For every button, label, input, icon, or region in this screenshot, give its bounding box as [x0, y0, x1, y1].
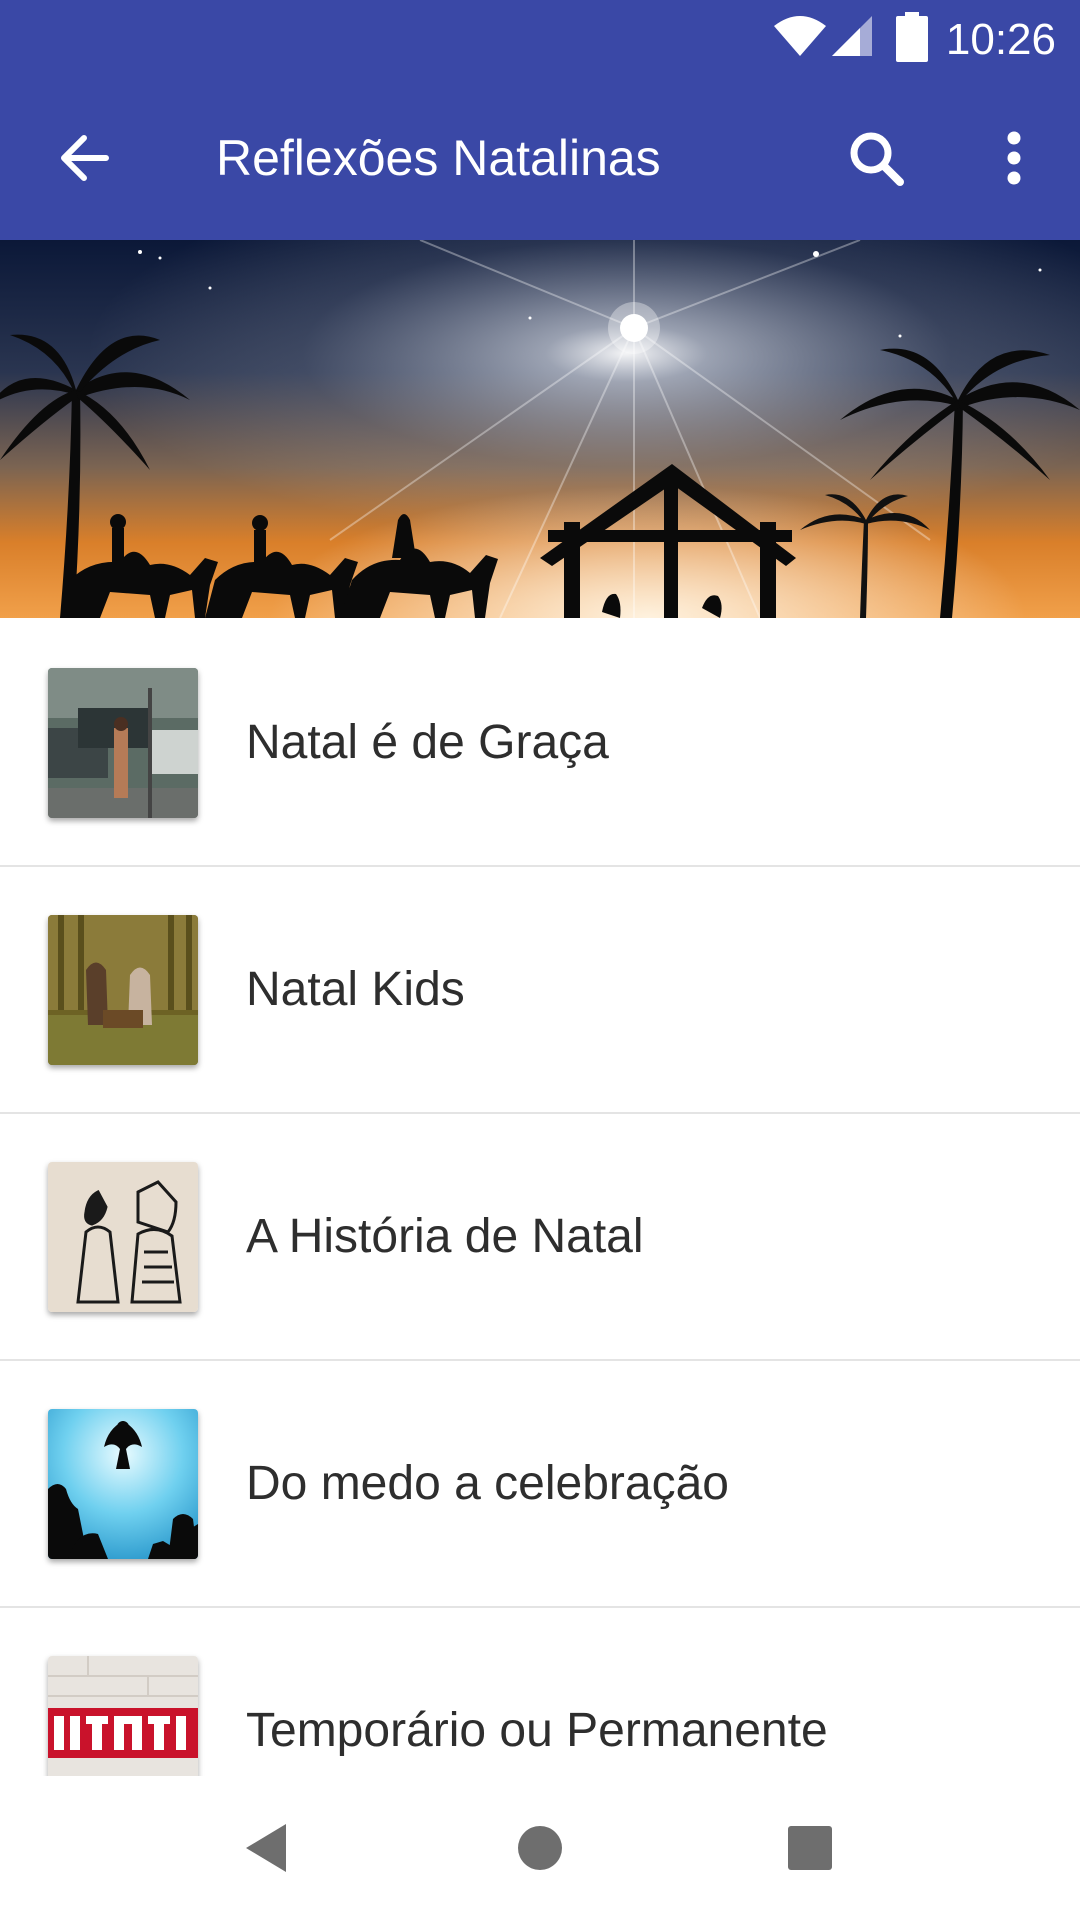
wifi-icon: [774, 16, 826, 56]
system-nav-bar: [0, 1776, 1080, 1920]
list-item-title: Temporário ou Permanente: [246, 1704, 828, 1757]
reflections-list: Natal é de Graça Natal Kids A História d…: [0, 620, 1080, 1776]
nav-home-button[interactable]: [492, 1800, 588, 1896]
natal-sign-thumbnail: [48, 1656, 198, 1776]
arrow-back-icon: [61, 135, 109, 181]
list-item-title: Natal Kids: [246, 963, 465, 1016]
list-item[interactable]: Natal Kids: [0, 867, 1080, 1114]
joseph-mary-drawing-thumbnail: [48, 1162, 198, 1312]
nativity-banner: [0, 240, 1080, 618]
nav-recents-icon: [788, 1826, 832, 1870]
nav-back-icon: [246, 1824, 286, 1872]
back-button[interactable]: [36, 110, 132, 206]
list-item-title: Do medo a celebração: [246, 1457, 729, 1510]
battery-icon: [896, 12, 928, 62]
nativity-scene-image: [0, 240, 1080, 618]
manger-animation-thumbnail: [48, 915, 198, 1065]
more-options-button[interactable]: [966, 110, 1062, 206]
page-title: Reflexões Natalinas: [216, 130, 661, 186]
street-scene-thumbnail: [48, 668, 198, 818]
status-bar: 10:26: [0, 0, 1080, 80]
app-bar: 10:26 Reflexões Natalinas: [0, 0, 1080, 240]
nav-recents-button[interactable]: [762, 1800, 858, 1896]
more-vert-icon: [1007, 131, 1021, 185]
screen: 10:26 Reflexões Natalinas Natal é de Gra…: [0, 0, 1080, 1920]
list-item[interactable]: Temporário ou Permanente: [0, 1608, 1080, 1776]
list-item[interactable]: Natal é de Graça: [0, 620, 1080, 867]
list-item-title: Natal é de Graça: [246, 716, 609, 769]
list-item[interactable]: Do medo a celebração: [0, 1361, 1080, 1608]
toolbar: Reflexões Natalinas: [0, 80, 1080, 240]
search-icon: [850, 132, 904, 186]
cell-signal-icon: [832, 16, 872, 56]
status-time: 10:26: [945, 15, 1056, 64]
list-item[interactable]: A História de Natal: [0, 1114, 1080, 1361]
angel-shepherds-thumbnail: [48, 1409, 198, 1559]
list-item-title: A História de Natal: [246, 1210, 644, 1263]
nav-back-button[interactable]: [218, 1800, 314, 1896]
nav-home-icon: [518, 1826, 562, 1870]
search-button[interactable]: [828, 110, 924, 206]
